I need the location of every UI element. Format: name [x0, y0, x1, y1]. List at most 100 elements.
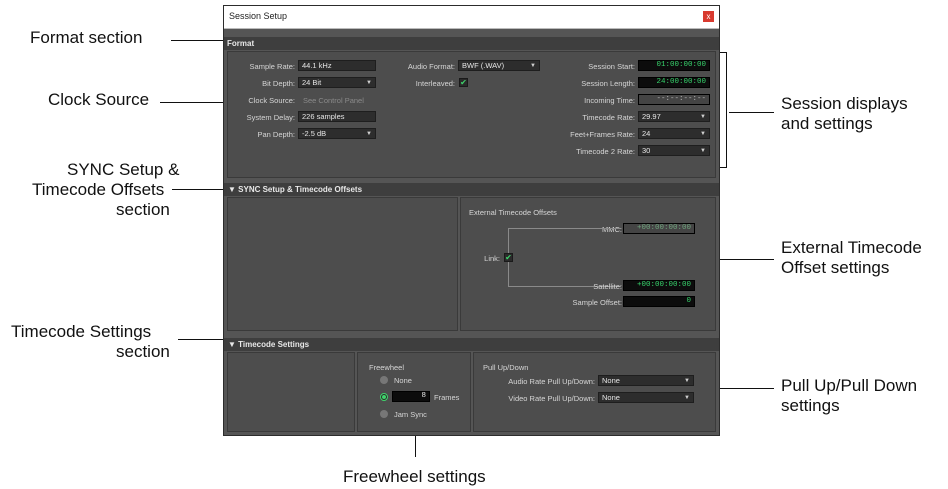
timecode-rate-label: Timecode Rate: — [582, 113, 635, 122]
ext-tc-title: External Timecode Offsets — [469, 208, 557, 217]
format-header-label: Format — [227, 39, 255, 48]
chevron-down-icon: ▼ — [684, 395, 690, 401]
sync-ext-panel: External Timecode Offsets MMC: +00:00:00… — [460, 197, 716, 331]
leader-line — [717, 388, 774, 389]
bit-depth-label: Bit Depth: — [262, 79, 295, 88]
callout-freewheel: Freewheel settings — [343, 467, 486, 486]
bit-depth-value: 24 Bit — [302, 78, 322, 87]
timecode-section-header[interactable]: ▼ Timecode Settings — [224, 338, 719, 351]
freewheel-panel: Freewheel None 8 Frames Jam Sync — [357, 352, 471, 432]
audio-format-select[interactable]: BWF (.WAV) ▼ — [458, 60, 540, 71]
callout-pullup-1: Pull Up/Pull Down — [781, 376, 918, 395]
freewheel-none-radio[interactable] — [380, 376, 388, 384]
chevron-down-icon: ▼ — [700, 148, 706, 154]
timecode-left-panel — [227, 352, 355, 432]
chevron-down-icon: ▼ — [366, 80, 372, 86]
window-title: Session Setup — [229, 11, 288, 21]
link-bracket — [508, 228, 621, 287]
chevron-down-icon: ▼ — [700, 131, 706, 137]
title-bar: Session Setup x — [224, 6, 719, 29]
feet-frames-rate-label: Feet+Frames Rate: — [570, 130, 635, 139]
chevron-down-icon: ▼ — [530, 63, 536, 69]
callout-format-section: Format section — [30, 28, 143, 47]
leader-line — [729, 112, 774, 113]
clock-source-label: Clock Source: — [248, 96, 295, 105]
callout-session-displays-2: and settings — [781, 114, 873, 133]
close-icon[interactable]: x — [703, 11, 714, 22]
sample-rate-value: 44.1 kHz — [302, 61, 332, 70]
callout-pullup-2: settings — [781, 396, 840, 415]
timecode-header-label: ▼ Timecode Settings — [228, 340, 310, 349]
callout-ext-tc-1: External Timecode — [781, 238, 922, 257]
session-length-label: Session Length: — [581, 79, 635, 88]
system-delay-field: 226 samples — [298, 111, 376, 122]
link-checkbox[interactable]: ✔ — [504, 253, 513, 262]
sample-rate-label: Sample Rate: — [249, 62, 295, 71]
jam-sync-radio[interactable] — [380, 410, 388, 418]
pan-depth-select[interactable]: -2.5 dB ▼ — [298, 128, 376, 139]
satellite-label: Satellite: — [593, 282, 622, 291]
callout-timecode-section-1: Timecode Settings — [11, 322, 152, 341]
incoming-time-label: Incoming Time: — [584, 96, 635, 105]
pullup-title: Pull Up/Down — [483, 363, 529, 372]
freewheel-frames-field[interactable]: 8 — [392, 391, 430, 402]
pan-depth-label: Pan Depth: — [257, 130, 295, 139]
timecode2-rate-select[interactable]: 30 ▼ — [638, 145, 710, 156]
audio-pull-value: None — [602, 376, 620, 385]
chevron-down-icon: ▼ — [684, 378, 690, 384]
pan-depth-value: -2.5 dB — [302, 129, 327, 138]
session-start-display[interactable]: 01:00:00:00 — [638, 60, 710, 71]
timecode-rate-select[interactable]: 29.97 ▼ — [638, 111, 710, 122]
timecode-rate-value: 29.97 — [642, 112, 661, 121]
timecode2-rate-value: 30 — [642, 146, 651, 155]
video-pull-select[interactable]: None ▼ — [598, 392, 694, 403]
sample-offset-label: Sample Offset: — [572, 298, 622, 307]
audio-pull-select[interactable]: None ▼ — [598, 375, 694, 386]
session-start-label: Session Start: — [588, 62, 635, 71]
leader-line — [178, 339, 223, 340]
chevron-down-icon: ▼ — [366, 131, 372, 137]
sample-offset-field[interactable]: 0 — [623, 296, 695, 307]
pullup-panel: Pull Up/Down Audio Rate Pull Up/Down: No… — [473, 352, 716, 432]
chevron-down-icon: ▼ — [700, 114, 706, 120]
format-panel: Sample Rate: 44.1 kHz Bit Depth: 24 Bit ▼… — [227, 51, 716, 178]
callout-sync-section-3: section — [116, 200, 170, 219]
feet-frames-rate-select[interactable]: 24 ▼ — [638, 128, 710, 139]
video-pull-label: Video Rate Pull Up/Down: — [508, 394, 595, 403]
leader-line — [171, 40, 223, 41]
mmc-offset-field[interactable]: +00:00:00:00 — [623, 223, 695, 234]
sync-section-header[interactable]: ▼ SYNC Setup & Timecode Offsets — [224, 183, 719, 196]
callout-clock-source: Clock Source — [48, 90, 150, 109]
feet-frames-rate-value: 24 — [642, 129, 651, 138]
system-delay-label: System Delay: — [246, 113, 295, 122]
freewheel-none-label: None — [394, 376, 412, 385]
interleaved-label: Interleaved: — [415, 79, 455, 88]
satellite-offset-field[interactable]: +00:00:00:00 — [623, 280, 695, 291]
jam-sync-label: Jam Sync — [394, 410, 427, 419]
callout-sync-section-2: Timecode Offsets — [32, 180, 165, 199]
callout-timecode-section-2: section — [116, 342, 170, 361]
incoming-time-display: --:--:--:-- — [638, 94, 710, 105]
freewheel-frames-radio[interactable] — [380, 393, 388, 401]
audio-format-label: Audio Format: — [407, 62, 455, 71]
leader-line — [172, 189, 223, 190]
clock-source-link[interactable]: See Control Panel — [303, 96, 364, 105]
session-length-display[interactable]: 24:00:00:00 — [638, 77, 710, 88]
video-pull-value: None — [602, 393, 620, 402]
system-delay-value: 226 samples — [302, 112, 345, 121]
callout-ext-tc-2: Offset settings — [781, 258, 890, 277]
timecode2-rate-label: Timecode 2 Rate: — [576, 147, 635, 156]
callout-sync-section-1: SYNC Setup & — [67, 160, 180, 179]
bit-depth-select[interactable]: 24 Bit ▼ — [298, 77, 376, 88]
sync-left-panel — [227, 197, 458, 331]
session-setup-window: Session Setup x Format Sample Rate: 44.1… — [223, 5, 720, 436]
audio-format-value: BWF (.WAV) — [462, 61, 505, 70]
freewheel-frames-label: Frames — [434, 393, 460, 402]
format-section-header[interactable]: Format — [224, 37, 719, 50]
link-label: Link: — [484, 254, 500, 263]
sample-rate-field: 44.1 kHz — [298, 60, 376, 71]
bracket — [726, 52, 727, 168]
audio-pull-label: Audio Rate Pull Up/Down: — [508, 377, 595, 386]
interleaved-checkbox[interactable]: ✔ — [459, 78, 468, 87]
callout-session-displays-1: Session displays — [781, 94, 908, 113]
